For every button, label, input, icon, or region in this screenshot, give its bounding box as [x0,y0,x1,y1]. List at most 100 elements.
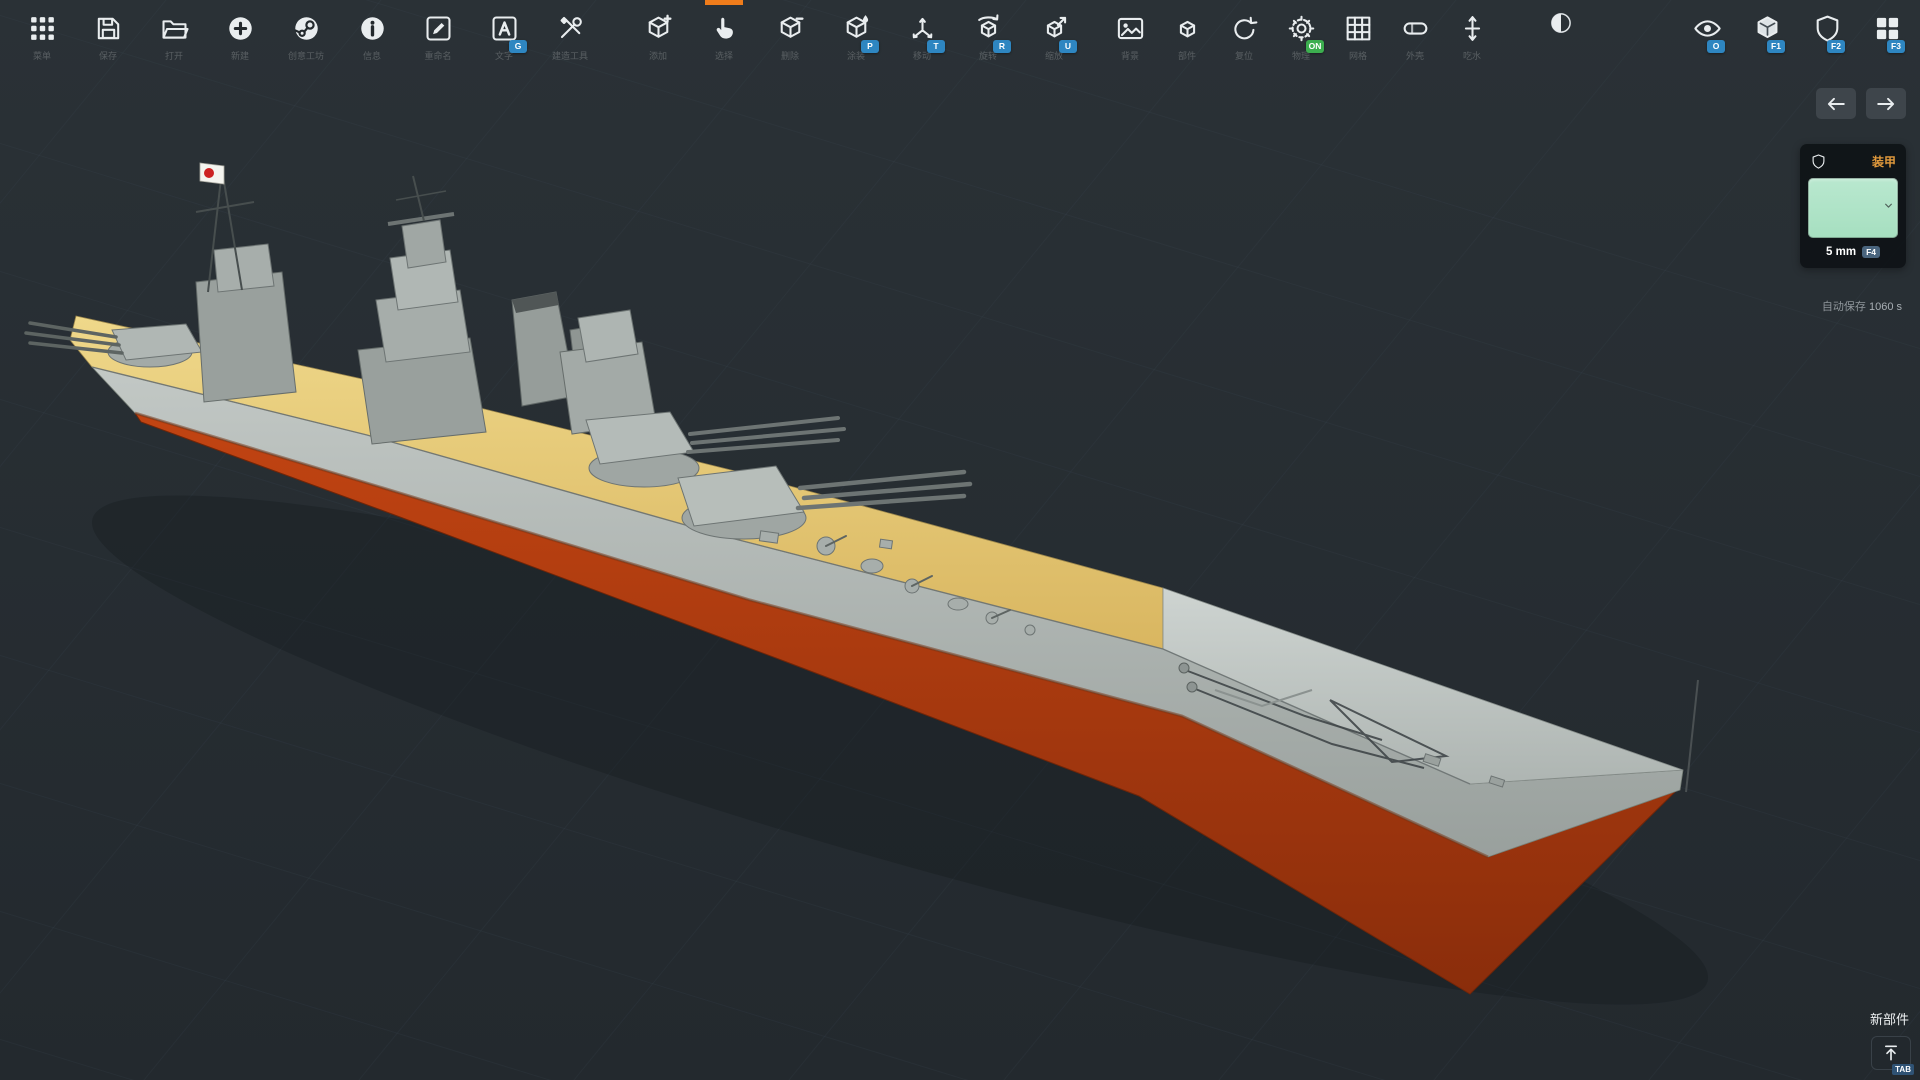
background-image-icon [1112,10,1148,46]
toolbar-button-label: 删除 [781,49,799,62]
history-back-button[interactable] [1816,88,1856,119]
toolbar-button-label: 复位 [1235,49,1253,62]
new-part-label: 新部件 [1837,1009,1911,1028]
toolbar-button-label: 信息 [363,49,381,62]
new-part-hotkey-badge: TAB [1892,1064,1914,1075]
battleship-model [26,163,1738,1080]
toolbar-button-save[interactable]: 保存 [80,10,136,62]
toolbar-button-settings-gear[interactable]: ON物理 [1273,10,1329,62]
ship-aft-tower [196,163,296,402]
toolbar-button-capsule[interactable]: 外壳 [1387,10,1443,62]
toolbar-button-build-tools[interactable]: 建造工具 [542,10,598,62]
toolbar-button-rename[interactable]: 重命名 [410,10,466,62]
toolbar-button-label: 部件 [1178,49,1196,62]
toolbar-button-label: 重命名 [424,49,451,62]
arrow-right-icon [1875,93,1897,115]
toolbar-button-move-axes[interactable]: T移动 [894,10,950,62]
toolbar-group-edit: 添加 选择 删除 P涂装T移动R旋转U缩放 [630,10,1082,62]
toolbar-button-label: 背景 [1121,49,1139,62]
toolbar-button-shield[interactable]: F2 [1804,10,1850,46]
toolbar-button-label: 新建 [231,49,249,62]
reset-rotate-icon [1226,10,1262,46]
hotkey-badge: T [927,40,945,53]
toolbar-button-cube-add[interactable]: 添加 [630,10,686,62]
hotkey-badge: F2 [1827,40,1845,53]
toolbar-button-open-folder[interactable]: 打开 [146,10,202,62]
history-forward-button[interactable] [1866,88,1906,119]
rename-icon [420,10,456,46]
hotkey-badge: F3 [1887,40,1905,53]
toolbar-button-label: 创意工坊 [288,49,324,62]
toolbar-button-grid[interactable]: 网格 [1330,10,1386,62]
toolbar-button-label: 保存 [99,49,117,62]
hotkey-badge: O [1707,40,1725,53]
steam-workshop-icon [288,10,324,46]
toolbar-button-squares-four[interactable]: F3 [1864,10,1910,46]
selected-tool-indicator [705,0,743,5]
toolbar-button-label: 选择 [715,49,733,62]
armor-panel-title: 装甲 [1872,153,1896,170]
toolbar-button-new-file[interactable]: 新建 [212,10,268,62]
arrow-left-icon [1825,93,1847,115]
cube-remove-icon [772,10,808,46]
capsule-icon [1397,10,1433,46]
hotkey-badge: R [993,40,1011,53]
view-orientation-gizmo[interactable] [1548,10,1574,36]
info-icon [354,10,390,46]
toolbar-button-apps-grid[interactable]: 菜单 [14,10,70,62]
hotkey-badge: ON [1306,40,1324,53]
toolbar-group-file: 菜单 保存 打开 新建 创意工坊 信息 重命名 G文字建造工具 [14,10,598,62]
cube-add-icon [640,10,676,46]
toolbar-button-cube-paint[interactable]: P涂装 [828,10,884,62]
toolbar-button-eye[interactable]: O [1684,10,1730,46]
viewport-canvas[interactable] [0,0,1920,1080]
new-file-icon [222,10,258,46]
open-folder-icon [156,10,192,46]
cube-outline-icon [1169,10,1205,46]
ship-pagoda-mast [358,176,486,444]
new-part-button[interactable]: TAB [1871,1036,1911,1070]
toolbar-button-label: 打开 [165,49,183,62]
armor-hotkey-badge: F4 [1862,246,1880,258]
toolbar-button-cube-rotate[interactable]: R旋转 [960,10,1016,62]
toolbar-button-draft-marker[interactable]: 吃水 [1444,10,1500,62]
toolbar-button-steam-workshop[interactable]: 创意工坊 [278,10,334,62]
armor-panel: 装甲 5 mm F4 [1800,144,1906,268]
toolbar-button-cube-solid[interactable]: F1 [1744,10,1790,46]
toolbar-button-cube-outline[interactable]: 部件 [1159,10,1215,62]
toolbar-button-cube-scale[interactable]: U缩放 [1026,10,1082,62]
toolbar-button-label: 外壳 [1406,49,1424,62]
toolbar-button-label: 建造工具 [552,49,588,62]
toolbar-button-cube-remove[interactable]: 删除 [762,10,818,62]
toolbar-button-reset-rotate[interactable]: 复位 [1216,10,1272,62]
autosave-status: 自动保存 1060 s [1822,298,1902,314]
new-part-widget: 新部件 TAB [1837,1009,1911,1070]
hotkey-badge: F1 [1767,40,1785,53]
hotkey-badge: P [861,40,879,53]
toolbar-button-label: 菜单 [33,49,51,62]
toolbar-button-label: 网格 [1349,49,1367,62]
shield-icon [1810,153,1827,170]
grid-icon [1340,10,1376,46]
hotkey-badge: U [1059,40,1077,53]
build-tools-icon [552,10,588,46]
toolbar-button-text-frame[interactable]: G文字 [476,10,532,62]
draft-marker-icon [1454,10,1490,46]
toolbar-group-right: O F1 F2 F3 [1684,10,1910,46]
arrow-up-icon [1881,1043,1901,1063]
autosave-label: 自动保存 [1822,301,1866,313]
toolbar-button-hand-tool[interactable]: 选择 [696,10,752,62]
hand-tool-icon [706,10,742,46]
apps-grid-icon [24,10,60,46]
toolbar-button-info[interactable]: 信息 [344,10,400,62]
hotkey-badge: G [509,40,527,53]
toolbar-button-background-image[interactable]: 背景 [1102,10,1158,62]
save-icon [90,10,126,46]
armor-color-swatch[interactable] [1808,178,1898,238]
armor-thickness-value: 5 mm [1826,246,1856,258]
autosave-value: 1060 s [1869,301,1902,313]
toolbar-group-view: 背景 部件 复位 ON物理网格 外壳 吃水 [1102,10,1500,62]
toolbar-button-label: 吃水 [1463,49,1481,62]
chevron-down-icon [1881,198,1896,218]
toolbar-button-label: 添加 [649,49,667,62]
